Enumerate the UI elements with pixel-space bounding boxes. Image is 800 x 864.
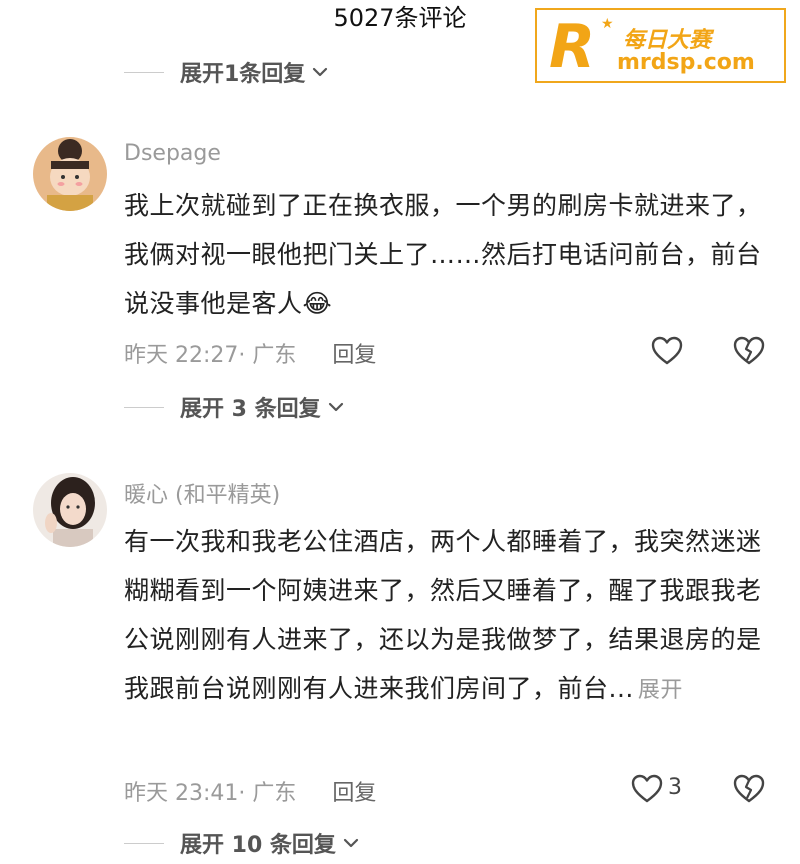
expand-replies-label: 展开 3 条回复: [180, 397, 321, 422]
comment-meta: 昨天 22:27 · 广东 回复: [124, 337, 376, 369]
comment-meta: 昨天 23:41 · 广东 回复: [124, 775, 376, 807]
heart-icon[interactable]: [630, 772, 664, 806]
comment-username[interactable]: Dsepage: [124, 141, 221, 166]
comment-text: 有一次我和我老公住酒店，两个人都睡着了，我突然迷迷糊糊看到一个阿姨进来了，然后又…: [124, 517, 764, 715]
expand-comment-link[interactable]: 展开: [638, 678, 683, 703]
comment-time: 昨天 23:41: [124, 781, 239, 806]
watermark-url: mrdsp.com: [617, 50, 755, 75]
chevron-down-icon: [343, 838, 359, 848]
expand-replies-label: 展开 10 条回复: [180, 833, 336, 858]
watermark-logo: R ★ 每日大赛 mrdsp.com: [535, 8, 786, 83]
expand-replies-button[interactable]: 展开1条回复: [124, 55, 329, 89]
expand-replies-label: 展开1条回复: [180, 62, 306, 87]
reply-button[interactable]: 回复: [332, 337, 376, 369]
chevron-down-icon: [313, 67, 328, 77]
chevron-down-icon: [328, 402, 343, 412]
divider: [124, 842, 164, 844]
comment-time: 昨天 22:27: [124, 343, 239, 368]
comment-body: 有一次我和我老公住酒店，两个人都睡着了，我突然迷迷糊糊看到一个阿姨进来了，然后又…: [124, 527, 762, 703]
broken-heart-icon[interactable]: [732, 772, 766, 806]
like-count: 3: [668, 775, 682, 800]
divider: [124, 71, 164, 73]
comment-location: · 广东: [238, 343, 297, 368]
avatar[interactable]: [33, 473, 107, 547]
laughing-crying-emoji: 😂: [302, 289, 333, 318]
comment-username[interactable]: 暖心 (和平精英): [124, 477, 280, 509]
reply-button[interactable]: 回复: [332, 775, 376, 807]
star-icon: ★: [601, 16, 614, 32]
comment-location: · 广东: [238, 781, 297, 806]
expand-replies-button[interactable]: 展开 10 条回复: [124, 826, 360, 860]
expand-replies-button[interactable]: 展开 3 条回复: [124, 390, 345, 424]
comment-text: 我上次就碰到了正在换衣服，一个男的刷房卡就进来了，我俩对视一眼他把门关上了……然…: [124, 181, 764, 328]
broken-heart-icon[interactable]: [732, 334, 766, 368]
avatar[interactable]: [33, 137, 107, 211]
divider: [124, 406, 164, 408]
heart-icon[interactable]: [650, 334, 684, 368]
comment-body: 我上次就碰到了正在换衣服，一个男的刷房卡就进来了，我俩对视一眼他把门关上了……然…: [124, 191, 762, 318]
watermark-r-letter: R: [549, 12, 596, 82]
